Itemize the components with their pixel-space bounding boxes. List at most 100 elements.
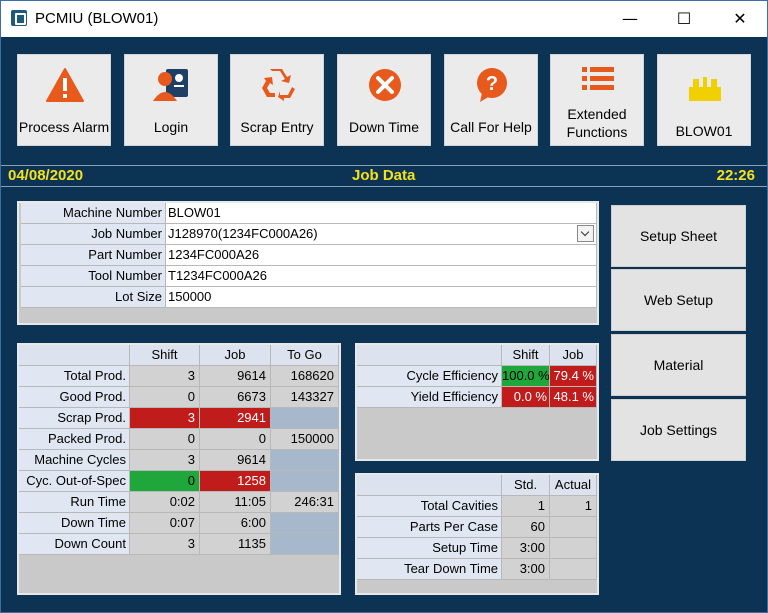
yield-efficiency-job: 48.1 % (550, 387, 597, 408)
down-count-togo (271, 534, 339, 555)
row-packed-prod-label: Packed Prod. (19, 429, 130, 450)
window-title: PCMIU (BLOW01) (35, 10, 159, 27)
tool-number-label: Tool Number (21, 266, 166, 287)
machine-cycles-job: 9614 (200, 450, 271, 471)
good-prod-shift: 0 (130, 387, 200, 408)
prod-header-blank (19, 345, 130, 366)
row-machine-cycles-label: Machine Cycles (19, 450, 130, 471)
machine-number-value: BLOW01 (166, 203, 597, 224)
good-prod-togo: 143327 (271, 387, 339, 408)
stop-x-icon (369, 69, 401, 101)
parts-per-case-label: Parts Per Case (357, 517, 502, 538)
maximize-button[interactable]: ☐ (661, 1, 707, 37)
scrap-prod-togo (271, 408, 339, 429)
job-info-panel: Machine Number BLOW01 Job Number J128970… (17, 201, 599, 325)
warning-triangle-icon (46, 68, 84, 102)
machine-icon (689, 77, 721, 101)
status-date: 04/08/2020 (8, 167, 84, 184)
cycle-efficiency-job: 79.4 % (550, 366, 597, 387)
setup-sheet-button[interactable]: Setup Sheet (611, 205, 746, 267)
process-alarm-label: Process Alarm (18, 119, 110, 135)
extended-label-line2: Functions (566, 124, 628, 140)
down-time-job: 6:00 (200, 513, 271, 534)
good-prod-job: 6673 (200, 387, 271, 408)
packed-prod-shift: 0 (130, 429, 200, 450)
job-settings-button[interactable]: Job Settings (611, 399, 746, 461)
status-bar: 04/08/2020 Job Data 22:26 (1, 165, 767, 187)
run-time-shift: 0:02 (130, 492, 200, 513)
cav-header-actual: Actual (550, 475, 597, 496)
down-count-shift: 3 (130, 534, 200, 555)
minimize-button[interactable]: — (607, 1, 653, 37)
tear-down-time-std: 3:00 (502, 559, 550, 580)
eff-header-job: Job (550, 345, 597, 366)
recycle-icon (262, 69, 295, 101)
title-bar: PCMIU (BLOW01) — ☐ ✕ (1, 1, 767, 37)
total-cavities-label: Total Cavities (357, 496, 502, 517)
material-button[interactable]: Material (611, 334, 746, 396)
chevron-down-icon[interactable] (577, 225, 594, 242)
app-window: PCMIU (BLOW01) — ☐ ✕ Process Alarm Login (0, 0, 768, 613)
login-button[interactable]: Login (124, 54, 218, 146)
extended-functions-label: Extended Functions (551, 105, 643, 141)
parts-per-case-actual (550, 517, 597, 538)
call-for-help-button[interactable]: ? Call For Help (444, 54, 538, 146)
scrap-prod-shift: 3 (130, 408, 200, 429)
machine-number-label: Machine Number (21, 203, 166, 224)
part-number-label: Part Number (21, 245, 166, 266)
total-prod-job: 9614 (200, 366, 271, 387)
cyc-out-of-spec-job: 1258 (200, 471, 271, 492)
down-count-job: 1135 (200, 534, 271, 555)
efficiency-table: Shift Job Cycle Efficiency 100.0 % 79.4 … (355, 343, 599, 461)
list-icon (582, 67, 614, 90)
user-badge-icon (153, 69, 188, 101)
scrap-prod-job: 2941 (200, 408, 271, 429)
svg-text:?: ? (486, 73, 498, 95)
setup-time-std: 3:00 (502, 538, 550, 559)
blow01-label: BLOW01 (675, 123, 733, 139)
scrap-entry-button[interactable]: Scrap Entry (230, 54, 324, 146)
row-down-count-label: Down Count (19, 534, 130, 555)
packed-prod-togo: 150000 (271, 429, 339, 450)
cav-header-blank (357, 475, 502, 496)
total-cavities-std: 1 (502, 496, 550, 517)
setup-time-actual (550, 538, 597, 559)
yield-efficiency-label: Yield Efficiency (357, 387, 502, 408)
close-button[interactable]: ✕ (717, 1, 763, 37)
lot-size-label: Lot Size (21, 287, 166, 308)
packed-prod-job: 0 (200, 429, 271, 450)
call-for-help-label: Call For Help (450, 119, 532, 135)
down-time-togo (271, 513, 339, 534)
cavities-table: Std. Actual Total Cavities 1 1 Parts Per… (355, 473, 599, 595)
machine-cycles-togo (271, 450, 339, 471)
prod-header-togo: To Go (271, 345, 339, 366)
cav-header-std: Std. (502, 475, 550, 496)
machine-blow01-button[interactable]: BLOW01 (657, 54, 751, 146)
yield-efficiency-shift: 0.0 % (502, 387, 550, 408)
app-icon (11, 10, 27, 26)
job-number-value: J128970(1234FC000A26) (168, 226, 318, 241)
prod-header-shift: Shift (130, 345, 200, 366)
part-number-value: 1234FC000A26 (166, 245, 597, 266)
down-time-shift: 0:07 (130, 513, 200, 534)
login-label: Login (153, 119, 189, 135)
job-number-label: Job Number (21, 224, 166, 245)
tear-down-time-label: Tear Down Time (357, 559, 502, 580)
row-scrap-prod-label: Scrap Prod. (19, 408, 130, 429)
down-time-button[interactable]: Down Time (337, 54, 431, 146)
row-down-time-label: Down Time (19, 513, 130, 534)
machine-cycles-shift: 3 (130, 450, 200, 471)
scrap-entry-label: Scrap Entry (240, 119, 314, 135)
extended-label-line1: Extended (567, 106, 627, 122)
tear-down-time-actual (550, 559, 597, 580)
tool-number-value: T1234FC000A26 (166, 266, 597, 287)
extended-functions-button[interactable]: Extended Functions (550, 54, 644, 146)
job-number-select[interactable]: J128970(1234FC000A26) (166, 224, 597, 245)
total-prod-togo: 168620 (271, 366, 339, 387)
lot-size-value: 150000 (166, 287, 597, 308)
process-alarm-button[interactable]: Process Alarm (17, 54, 111, 146)
parts-per-case-std: 60 (502, 517, 550, 538)
row-total-prod-label: Total Prod. (19, 366, 130, 387)
eff-header-blank (357, 345, 502, 366)
web-setup-button[interactable]: Web Setup (611, 269, 746, 331)
